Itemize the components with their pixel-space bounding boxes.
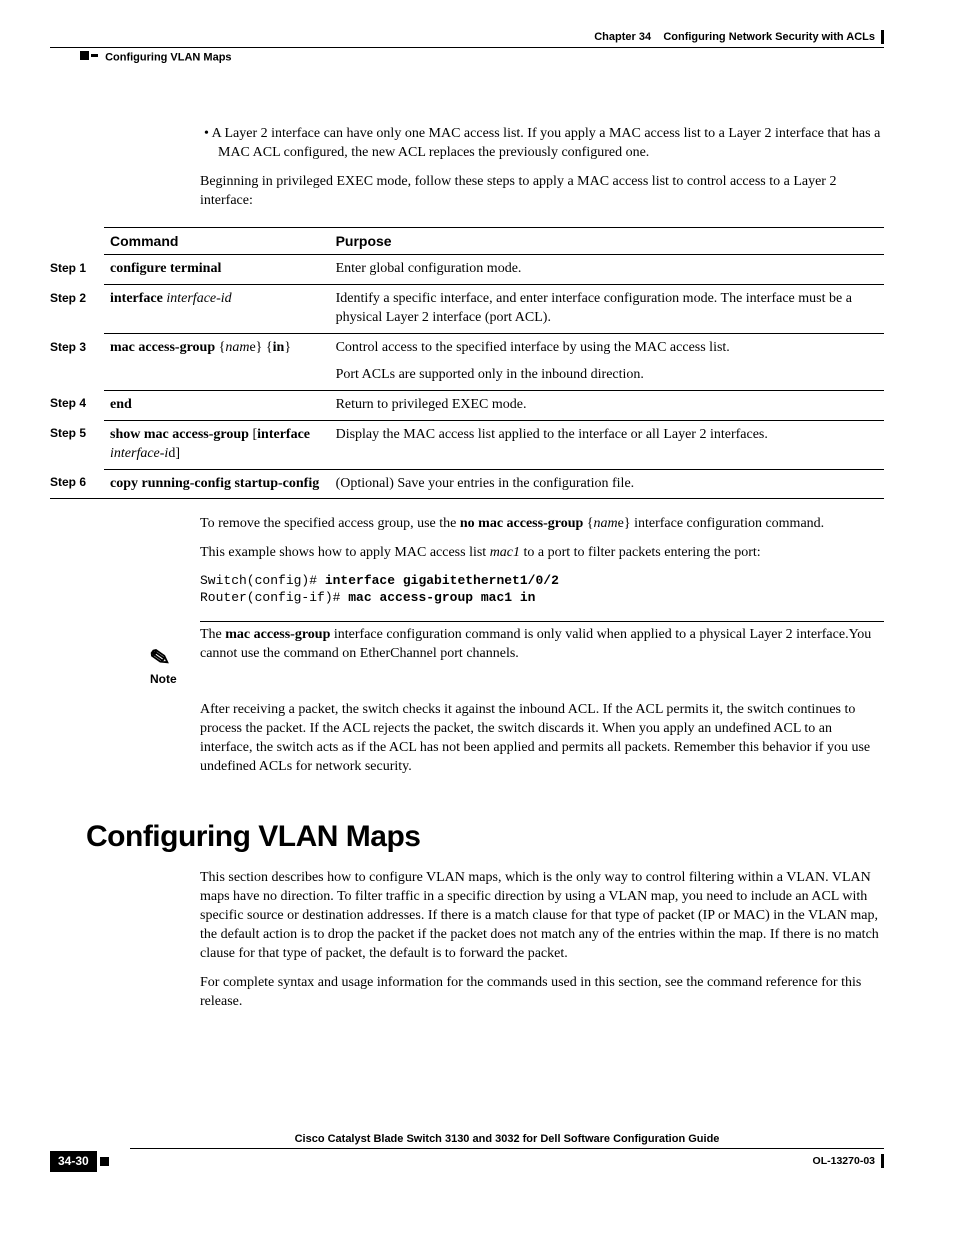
note-block: ✎ Note The mac access-group interface co… — [150, 621, 884, 687]
step-label: Step 3 — [50, 334, 104, 391]
step-label: Step 6 — [50, 469, 104, 499]
section-p1: This section describes how to configure … — [200, 869, 884, 963]
chapter-label: Chapter 34 — [594, 31, 651, 43]
section-heading: Configuring VLAN Maps — [86, 817, 884, 858]
page-number: 34-30 — [50, 1151, 97, 1171]
command-cell: configure terminal — [104, 255, 330, 285]
lead-para: Beginning in privileged EXEC mode, follo… — [200, 173, 884, 211]
purpose-cell: (Optional) Save your entries in the conf… — [330, 469, 884, 499]
guide-title: Cisco Catalyst Blade Switch 3130 and 303… — [130, 1132, 884, 1150]
purpose-cell: Control access to the specified interfac… — [330, 334, 884, 391]
note-label: Note — [150, 671, 196, 687]
step-label: Step 4 — [50, 390, 104, 420]
purpose-cell: Display the MAC access list applied to t… — [330, 420, 884, 469]
note-body: The mac access-group interface configura… — [200, 621, 884, 664]
section-p2: For complete syntax and usage informatio… — [200, 974, 884, 1012]
chapter-title: Configuring Network Security with ACLs — [663, 31, 875, 43]
step-label: Step 2 — [50, 285, 104, 334]
pencil-icon: ✎ — [148, 645, 172, 672]
header-rule — [50, 47, 884, 48]
col-purpose: Purpose — [330, 227, 884, 255]
running-header-right: Chapter 34 Configuring Network Security … — [50, 30, 884, 45]
step-label: Step 1 — [50, 255, 104, 285]
col-command: Command — [104, 227, 330, 255]
step-label: Step 5 — [50, 420, 104, 469]
command-cell: mac access-group {name} {in} — [104, 334, 330, 391]
purpose-cell: Enter global configuration mode. — [330, 255, 884, 285]
code-block: Switch(config)# interface gigabitetherne… — [200, 573, 884, 607]
running-header-left: Configuring VLAN Maps — [50, 50, 884, 65]
bullet-para: A Layer 2 interface can have only one MA… — [218, 125, 884, 163]
command-cell: copy running-config startup-config — [104, 469, 330, 499]
section-crumb: Configuring VLAN Maps — [105, 51, 232, 63]
remove-para: To remove the specified access group, us… — [200, 515, 884, 534]
after-note-para: After receiving a packet, the switch che… — [200, 701, 884, 777]
page-footer: Cisco Catalyst Blade Switch 3130 and 303… — [50, 1132, 884, 1172]
command-cell: end — [104, 390, 330, 420]
example-para: This example shows how to apply MAC acce… — [200, 544, 884, 563]
doc-number: OL-13270-03 — [813, 1154, 884, 1168]
purpose-cell: Identify a specific interface, and enter… — [330, 285, 884, 334]
header-decor-icon — [80, 50, 98, 65]
purpose-cell: Return to privileged EXEC mode. — [330, 390, 884, 420]
steps-table: Command Purpose Step 1configure terminal… — [50, 227, 884, 500]
footer-square-icon — [100, 1157, 109, 1166]
command-cell: show mac access-group [interface interfa… — [104, 420, 330, 469]
command-cell: interface interface-id — [104, 285, 330, 334]
